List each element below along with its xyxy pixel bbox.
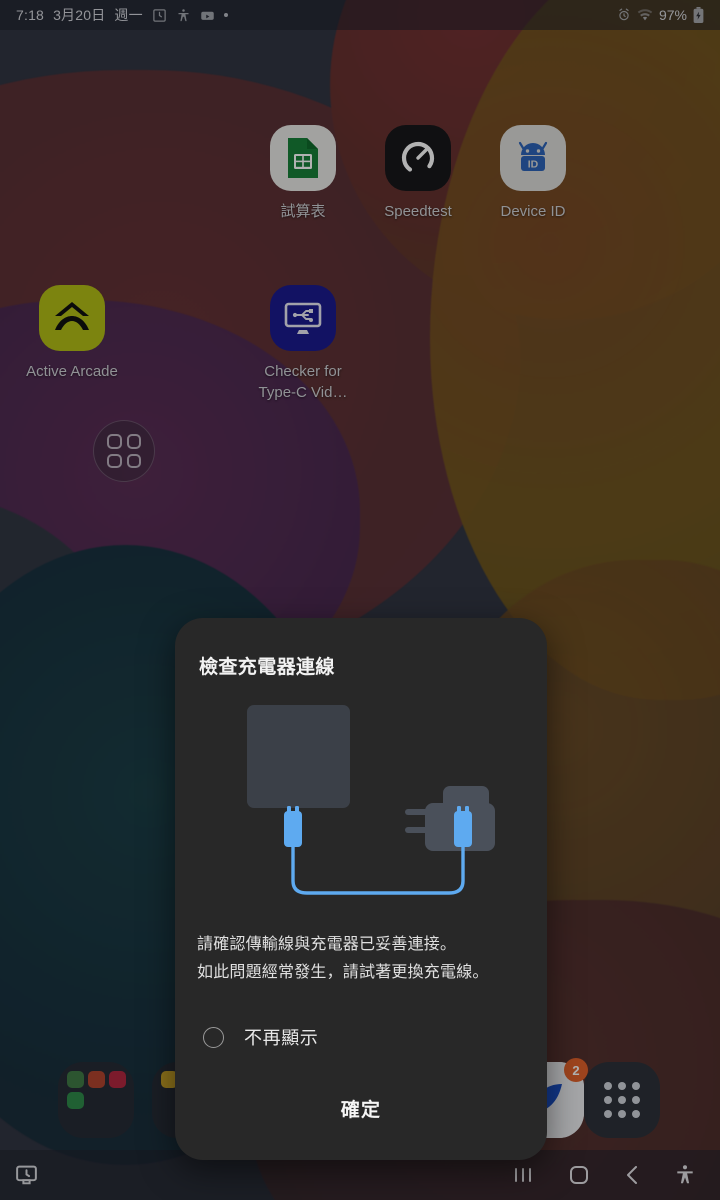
dialog-body-line-1: 請確認傳輸線與充電器已妥善連接。	[197, 936, 457, 953]
confirm-button[interactable]: 確定	[197, 1085, 525, 1132]
android-home-screen: 7:18 3月20日 週一 97% 試算表 Speedtest ID Devic…	[0, 0, 720, 1200]
charger-connection-dialog: 檢查充電器連線 請確認傳輸線與充電器已妥善連接。 如此問題經常發生，請試著更換充…	[175, 618, 547, 1160]
dialog-title: 檢查充電器連線	[199, 657, 335, 678]
do-not-show-again-checkbox[interactable]: 不再顯示	[197, 1024, 525, 1050]
checkbox-label: 不再顯示	[244, 1028, 319, 1049]
checkbox-circle-icon[interactable]	[203, 1026, 224, 1048]
dialog-body-line-2: 如此問題經常發生，請試著更換充電線。	[197, 963, 489, 981]
tablet-device	[247, 705, 350, 808]
dialog-body: 請確認傳輸線與充電器已妥善連接。 如此問題經常發生，請試著更換充電線。	[197, 931, 525, 986]
usb-c-connector-device	[284, 806, 302, 847]
usb-c-connector-adapter	[454, 806, 472, 847]
charger-connection-illustration	[197, 693, 525, 925]
